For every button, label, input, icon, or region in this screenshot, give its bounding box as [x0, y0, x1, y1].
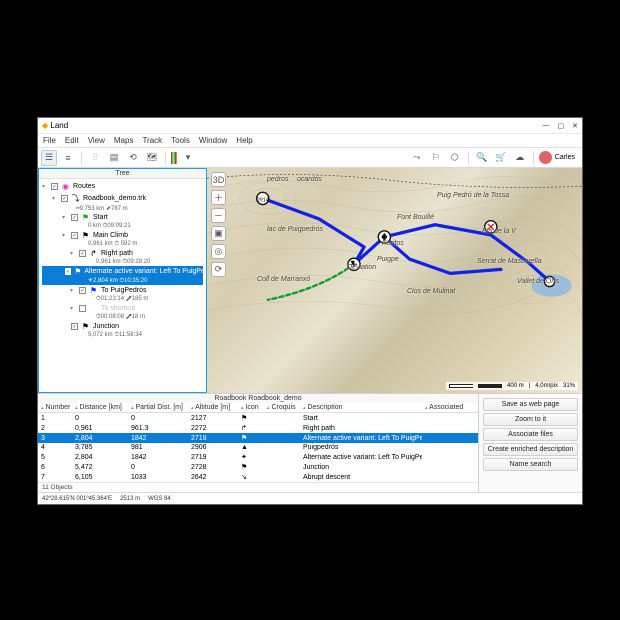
map-label: lac de Puigpedrós	[267, 226, 323, 233]
route-tool-icon[interactable]: ⤳	[409, 150, 425, 166]
tree-item[interactable]: ▾⚑To shortcut	[42, 303, 203, 314]
tree-panel: Tree ▾✓◉Routes▾✓⤵Roadbook_demo.trk━9,753…	[38, 168, 207, 393]
map-label: Coll de Marranxó	[257, 276, 310, 283]
cart-icon[interactable]: 🛒	[493, 150, 509, 166]
close-button[interactable]: ✕	[572, 122, 578, 130]
table-row[interactable]: 20,961961.32272↱Right path	[38, 423, 478, 433]
map-label: Puigpe	[377, 256, 399, 263]
col-header[interactable]: ▴ Description	[300, 403, 422, 413]
map-label: Font Bouillé	[397, 214, 434, 221]
col-header[interactable]: ▴ Altitude [m]	[188, 403, 238, 413]
tree-header: Tree	[39, 169, 206, 179]
map-3d-button[interactable]: 3D	[211, 172, 226, 187]
draw-tool-icon[interactable]: ⬡	[447, 150, 463, 166]
table-row[interactable]: 76,10510332642↘Abrupt descent	[38, 472, 478, 482]
tree-root[interactable]: ▾✓◉Routes	[42, 181, 203, 192]
menu-view[interactable]: View	[88, 136, 105, 145]
tree-item[interactable]: ▾✓↱Right path	[42, 248, 203, 259]
map-center[interactable]: ◎	[211, 244, 226, 259]
map-label: Pla de la V	[482, 228, 516, 235]
map-zoom-out[interactable]: －	[211, 208, 226, 223]
tree-item[interactable]: ✓⚑Junction	[42, 321, 203, 332]
col-header[interactable]: ▴ Croquis	[264, 403, 300, 413]
action-button[interactable]: Associate files	[483, 428, 578, 441]
layers-button[interactable]: ▾	[180, 150, 196, 166]
table-caption: Roadbook Roadbook_demo	[38, 394, 478, 403]
col-header[interactable]: ▴ Number	[38, 403, 72, 413]
map-label: ocardós	[297, 176, 322, 183]
menubar: File Edit View Maps Track Tools Window Help	[38, 134, 582, 148]
map-zoom-in[interactable]: ＋	[211, 190, 226, 205]
tree-item[interactable]: ✓⚑Alternate active variant: Left To Puig…	[42, 266, 203, 277]
tree-file[interactable]: ▾✓⤵Roadbook_demo.trk	[42, 192, 203, 205]
table-row[interactable]: 1002127⚑Start	[38, 413, 478, 424]
calendar-button[interactable]: ▤	[106, 150, 122, 166]
status-datum: WGS 84	[148, 496, 171, 502]
action-button[interactable]: Name search	[483, 458, 578, 471]
list-toggle[interactable]: ≡	[60, 150, 76, 166]
map-label: Keritos	[382, 240, 404, 247]
menu-track[interactable]: Track	[142, 136, 162, 145]
menu-file[interactable]: File	[43, 136, 56, 145]
palette-button[interactable]	[171, 152, 177, 164]
titlebar: ◆ Land — ▢ ✕	[38, 118, 582, 134]
status-bar: 42º28.615'N 001º45.364'E 2513 m WGS 84	[38, 492, 582, 504]
search-icon[interactable]: 🔍	[474, 150, 490, 166]
tree-panel-toggle[interactable]: ☰	[41, 150, 57, 166]
minimize-button[interactable]: —	[543, 122, 550, 130]
menu-help[interactable]: Help	[236, 136, 252, 145]
map-rotate[interactable]: ⟳	[211, 262, 226, 277]
action-button[interactable]: Save as web page	[483, 398, 578, 411]
roadbook-table: ▴ Number▴ Distance [km]▴ Partial Dist. […	[38, 403, 478, 482]
user-avatar[interactable]	[539, 151, 552, 164]
window-title: Land	[50, 121, 68, 130]
table-row[interactable]: 65,47202728⚑Junction	[38, 462, 478, 472]
menu-window[interactable]: Window	[199, 136, 227, 145]
map-label: Deviation	[347, 264, 376, 271]
menu-edit[interactable]: Edit	[65, 136, 79, 145]
menu-maps[interactable]: Maps	[114, 136, 134, 145]
object-count: 11 Objects	[38, 482, 478, 492]
menu-tools[interactable]: Tools	[171, 136, 190, 145]
tree-item[interactable]: ▾✓⚑Main Climb	[42, 230, 203, 241]
status-alt: 2513 m	[120, 496, 140, 502]
toolbar: ☰ ≡ ⫶⫶ ▤ ⟲ 🗺 ▾ ⤳ ⚐ ⬡ 🔍 🛒 ☁ Carles	[38, 148, 582, 168]
col-header[interactable]: ▴ Distance [km]	[72, 403, 128, 413]
map-canvas[interactable]: 2914 pedros ocardós Puig Pedró de la Tossa…	[207, 168, 582, 393]
chart-button[interactable]: ⫶⫶	[87, 150, 103, 166]
table-row[interactable]: 32,80418422719⚑Alternate active variant:…	[38, 433, 478, 443]
map-label: Vallet de Orís	[517, 278, 559, 285]
map-label: pedros	[267, 176, 288, 183]
maximize-button[interactable]: ▢	[558, 122, 565, 130]
map-label: Puig Pedró de la Tossa	[437, 192, 509, 199]
map-zoom-fit[interactable]: ▣	[211, 226, 226, 241]
waypoint-tool-icon[interactable]: ⚐	[428, 150, 444, 166]
user-name[interactable]: Carles	[555, 154, 575, 161]
col-header[interactable]: ▴ Icon	[238, 403, 264, 413]
action-button[interactable]: Zoom to it	[483, 413, 578, 426]
action-button-panel: Save as web page Zoom to it Associate file…	[478, 393, 582, 492]
tree-item[interactable]: ▾✓⚑Start	[42, 212, 203, 223]
map-label: Serrat de Mascarella	[477, 258, 542, 265]
map-label: Clos de Mulinat	[407, 288, 455, 295]
status-coord: 42º28.615'N 001º45.364'E	[42, 496, 112, 502]
svg-text:2914: 2914	[257, 197, 268, 203]
sync-button[interactable]: ⟲	[125, 150, 141, 166]
map-scale-bar: 400 m | 4,0m/pix 31%	[446, 382, 578, 390]
tree-item[interactable]: ▾✓⚑To PuigPedrós	[42, 285, 203, 296]
app-icon: ◆	[42, 121, 48, 130]
col-header[interactable]: ▴ Associated	[422, 403, 478, 413]
cloud-icon[interactable]: ☁	[512, 150, 528, 166]
col-header[interactable]: ▴ Partial Dist. [m]	[128, 403, 188, 413]
table-row[interactable]: 52,80418422719✦Alternate active variant:…	[38, 452, 478, 462]
table-row[interactable]: 43,7859812906▲Puigpedrós	[38, 443, 478, 452]
map-button[interactable]: 🗺	[144, 150, 160, 166]
action-button[interactable]: Create enriched description	[483, 443, 578, 456]
